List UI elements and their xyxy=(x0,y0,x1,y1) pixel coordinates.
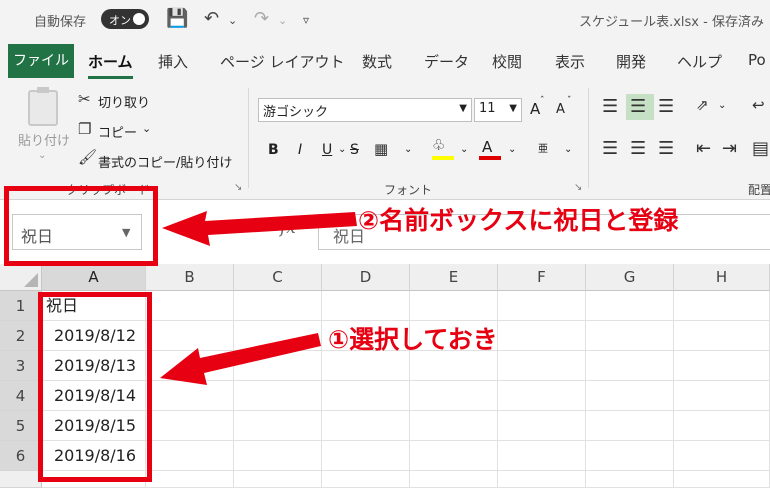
arrow-to-name-box xyxy=(162,211,357,246)
arrow-to-selection xyxy=(160,333,321,385)
callout-register-name: ②名前ボックスに祝日と登録 xyxy=(358,206,679,235)
annotation-arrows xyxy=(160,211,357,385)
callout-select-range: ①選択しておき xyxy=(328,325,498,354)
